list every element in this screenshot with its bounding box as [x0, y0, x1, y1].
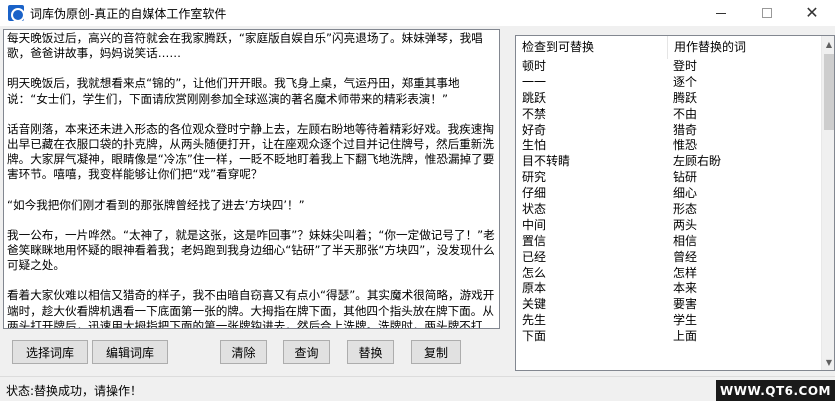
found-word-cell: 不禁: [522, 106, 547, 121]
word-list-row[interactable]: 目不转睛 左顾右盼: [516, 154, 821, 170]
replacement-word-cell: 两头: [673, 217, 698, 232]
replacement-word-cell: 相信: [673, 233, 698, 248]
replacement-word-cell: 细心: [673, 186, 698, 201]
word-list-row[interactable]: 怎么 怎样: [516, 266, 821, 282]
found-word-cell: 顿时: [522, 59, 547, 73]
word-list-row[interactable]: 跳跃 腾跃: [516, 91, 821, 107]
replacement-word-list[interactable]: 检查到可替换 用作替换的词 顿时 登时 一一 逐个 跳跃 腾跃 不禁 不由 好奇 猎奇 生怕 惟恐 目不…: [515, 35, 835, 371]
found-word-cell: 仔细: [522, 186, 547, 201]
word-list-row[interactable]: 关键 要害: [516, 297, 821, 313]
edit-library-button[interactable]: 编辑词库: [92, 340, 168, 364]
found-word-cell: 先生: [522, 313, 547, 328]
app-icon: [8, 5, 25, 22]
word-list-row[interactable]: 生怕 惟恐: [516, 138, 821, 154]
replacement-word-cell: 怎样: [673, 265, 698, 280]
replacement-word-cell: 登时: [673, 59, 698, 73]
scroll-thumb[interactable]: [824, 54, 834, 130]
article-text-area[interactable]: 每天晚饭过后，高兴的音符就会在我家腾跃，“家庭版自娱自乐”闪亮退场了。妹妹弹琴，…: [3, 29, 500, 329]
replacement-word-cell: 腾跃: [673, 90, 698, 105]
found-word-cell: 目不转睛: [522, 154, 571, 169]
close-button[interactable]: ✕: [789, 0, 835, 26]
scroll-down-icon[interactable]: ▼: [822, 354, 834, 370]
replacement-word-cell: 上面: [673, 329, 698, 344]
word-list-row[interactable]: 下面 上面: [516, 329, 821, 345]
scroll-up-icon[interactable]: ▲: [822, 36, 834, 52]
found-word-cell: 一一: [522, 74, 547, 89]
replacement-word-cell: 钻研: [673, 170, 698, 185]
article-paragraph: 我一公布，一片哗然。“太神了，就是这张，这是咋回事”？妹妹尖叫着；“你一定做记号…: [7, 227, 495, 273]
word-list-row[interactable]: 一一 逐个: [516, 75, 821, 91]
word-list-row[interactable]: 不禁 不由: [516, 107, 821, 123]
replacement-word-cell: 不由: [673, 106, 698, 121]
select-library-button[interactable]: 选择词库: [12, 340, 88, 364]
vertical-scrollbar[interactable]: ▲ ▼: [821, 36, 834, 370]
maximize-button[interactable]: [744, 0, 790, 26]
clear-button[interactable]: 清除: [220, 340, 267, 364]
found-word-cell: 已经: [522, 249, 547, 264]
word-list-row[interactable]: 研究 钻研: [516, 170, 821, 186]
replacement-word-cell: 惟恐: [673, 138, 698, 153]
word-list-row[interactable]: 先生 学生: [516, 313, 821, 329]
replacement-word-cell: 猎奇: [673, 122, 698, 137]
replace-button[interactable]: 替换: [347, 340, 394, 364]
title-bar[interactable]: 词库伪原创-真正的自媒体工作室软件 ✕: [0, 0, 835, 26]
window-title: 词库伪原创-真正的自媒体工作室软件: [30, 7, 227, 21]
found-word-cell: 置信: [522, 233, 547, 248]
replacement-word-cell: 逐个: [673, 74, 698, 89]
query-button[interactable]: 查询: [283, 340, 330, 364]
word-list-row[interactable]: 置信 相信: [516, 234, 821, 250]
word-list-row[interactable]: 中间 两头: [516, 218, 821, 234]
word-list-row[interactable]: 原本 本来: [516, 281, 821, 297]
article-paragraph: “如今我把你们刚才看到的那张牌曾经找了进去‘方块四’！”: [7, 197, 305, 212]
word-list-row[interactable]: 状态 形态: [516, 202, 821, 218]
word-list-row[interactable]: 好奇 猎奇: [516, 123, 821, 139]
minimize-icon: [716, 12, 726, 14]
word-list-header: 检查到可替换 用作替换的词: [516, 36, 821, 59]
found-word-cell: 跳跃: [522, 90, 547, 105]
replacement-word-cell: 左顾右盼: [673, 154, 722, 169]
found-word-cell: 原本: [522, 281, 547, 296]
word-list-row[interactable]: 已经 曾经: [516, 250, 821, 266]
replacement-word-cell: 形态: [673, 202, 698, 217]
copy-button[interactable]: 复制: [411, 340, 461, 364]
replacement-word-cell: 曾经: [673, 249, 698, 264]
site-watermark: WWW.QT6.COM: [716, 380, 835, 401]
word-list-row[interactable]: 顿时 登时: [516, 59, 821, 75]
found-word-cell: 怎么: [522, 265, 547, 280]
found-word-cell: 研究: [522, 170, 547, 185]
found-word-cell: 下面: [522, 329, 547, 344]
found-word-cell: 中间: [522, 217, 547, 232]
app-window: 词库伪原创-真正的自媒体工作室软件 ✕ 每天晚饭过后，高兴的音符就会在我家腾跃，…: [0, 0, 835, 401]
found-word-cell: 状态: [522, 202, 547, 217]
article-paragraph: 明天晚饭后，我就想看来点“锦的”，让他们开开眼。我飞身上桌，气运丹田，郑重其事地…: [7, 76, 460, 106]
status-bar: 状态:替换成功，请操作！: [0, 376, 835, 401]
minimize-button[interactable]: [698, 0, 744, 26]
replacement-word-cell: 学生: [673, 313, 698, 328]
article-paragraph: 看着大家伙难以相信又猎奇的样子，我不由暗自窃喜又有点小“得瑟”。其实魔术很简略，…: [7, 288, 495, 329]
word-list-row[interactable]: 仔细 细心: [516, 186, 821, 202]
article-paragraph: 话音刚落，本来还未进入形态的各位观众登时宁静上去，左顾右盼地等待着精彩好戏。我疾…: [7, 121, 495, 182]
replacement-word-cell: 要害: [673, 297, 698, 312]
maximize-icon: [762, 8, 772, 18]
found-word-cell: 关键: [522, 297, 547, 312]
column-header-replacement[interactable]: 用作替换的词: [668, 36, 821, 59]
found-word-cell: 生怕: [522, 138, 547, 153]
status-text: 状态:替换成功，请操作！: [6, 384, 143, 398]
found-word-cell: 好奇: [522, 122, 547, 137]
article-paragraph: 每天晚饭过后，高兴的音符就会在我家腾跃，“家庭版自娱自乐”闪亮退场了。妹妹弹琴，…: [7, 31, 483, 61]
word-list-rows: 顿时 登时一一 逐个跳跃 腾跃不禁 不由好奇 猎奇生怕 惟恐目不转睛 左顾右盼研究 钻研仔细 细心…: [516, 59, 821, 345]
close-icon: ✕: [805, 3, 819, 22]
column-header-found[interactable]: 检查到可替换: [516, 36, 668, 59]
replacement-word-cell: 本来: [673, 281, 698, 296]
